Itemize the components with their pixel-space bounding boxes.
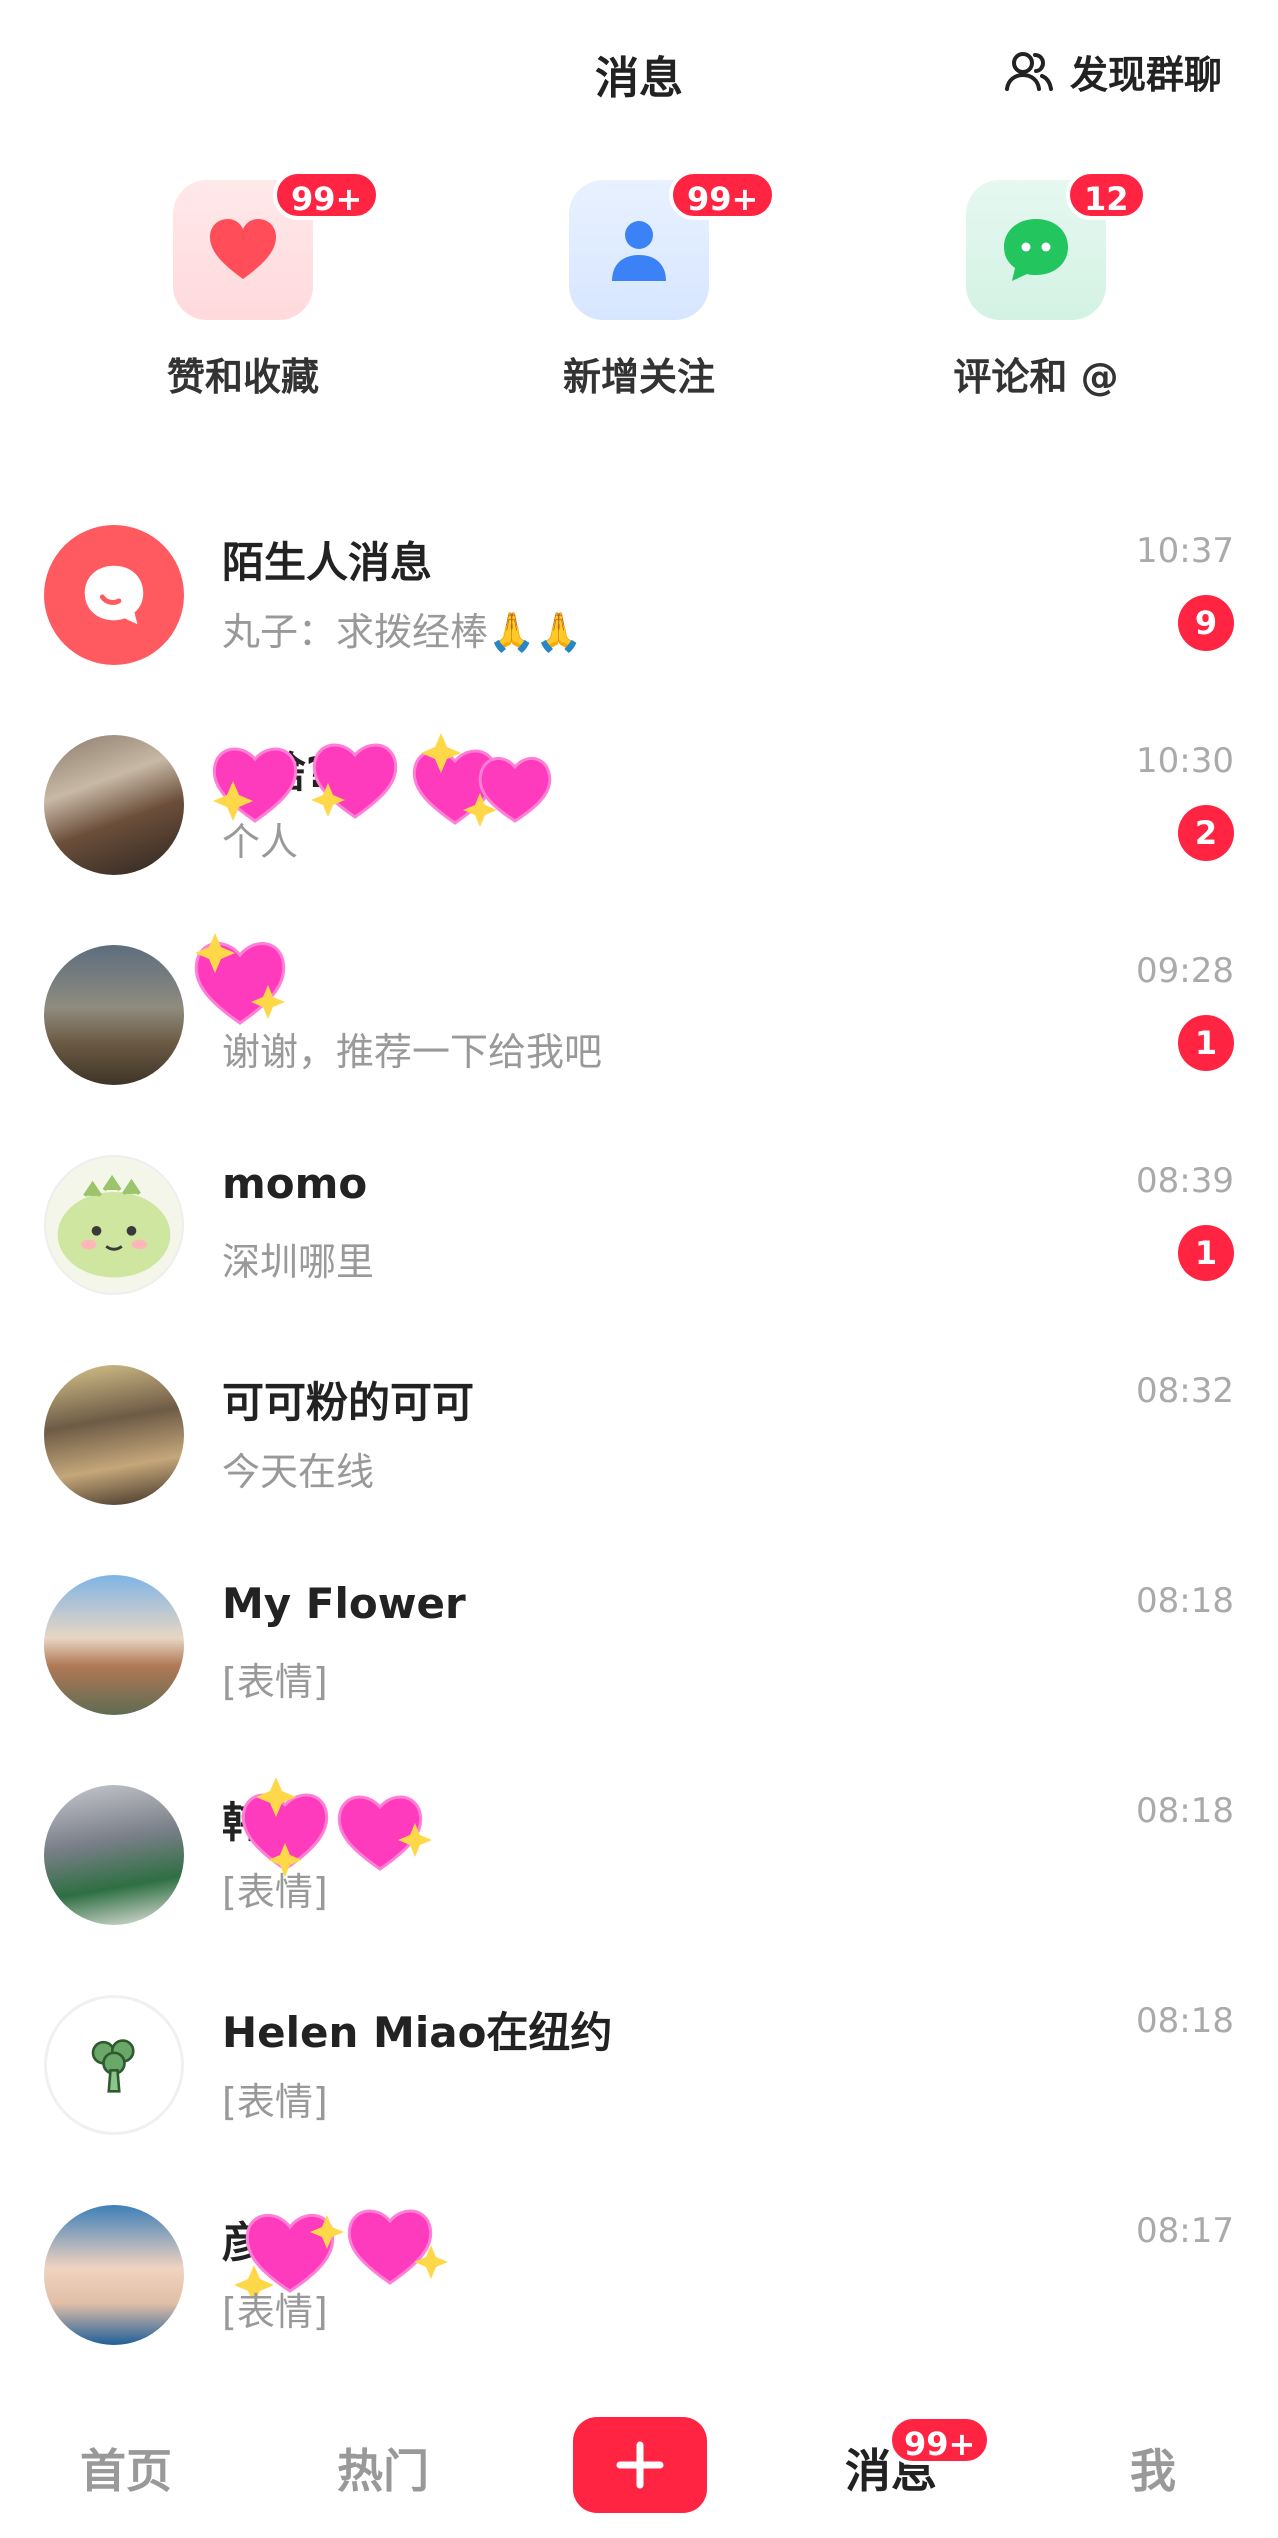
followers-label: 新增关注 <box>562 355 715 399</box>
comments-badge: 12 <box>1066 170 1147 220</box>
nav-hot[interactable]: 热门 <box>337 2435 429 2501</box>
conversation-row[interactable]: x 啥? 个人 10:30 2 <box>0 715 1278 925</box>
likes-badge: 99+ <box>273 170 381 220</box>
category-comments-and-mentions[interactable]: 12 评论和 @ <box>906 170 1166 401</box>
conversation-row[interactable]: Helen Miao在纽约 [表情] 08:18 <box>0 1975 1278 2185</box>
comments-icon-tile: 12 <box>966 170 1147 320</box>
conversation-name: 可可粉的可可 <box>222 1378 475 1427</box>
conversation-time: 08:18 <box>1136 1581 1234 1621</box>
unread-badge: 1 <box>1178 1015 1234 1071</box>
plus-icon <box>616 2441 664 2489</box>
avatar <box>44 1365 184 1505</box>
comments-label: 评论和 @ <box>953 355 1119 399</box>
conversation-time: 09:28 <box>1136 951 1234 991</box>
avatar <box>44 1575 184 1715</box>
followers-icon-tile: 99+ <box>569 170 777 320</box>
conversation-time: 08:18 <box>1136 1791 1234 1831</box>
conversation-name: Helen Miao在纽约 <box>222 2008 613 2057</box>
conversation-preview: [表情] <box>222 1870 328 1914</box>
conversation-time: 08:32 <box>1136 1371 1234 1411</box>
conversation-row[interactable]: My Flower [表情] 08:18 <box>0 1555 1278 1765</box>
unread-badge: 1 <box>1178 1225 1234 1281</box>
conversation-preview: 今天在线 <box>222 1450 375 1494</box>
likes-label: 赞和收藏 <box>166 355 319 399</box>
chat-bubble-icon <box>1004 219 1068 281</box>
avatar <box>44 945 184 1085</box>
conversation-preview: [表情] <box>222 2290 328 2334</box>
conversation-row[interactable]: 陌生人消息 丸子：求拨经棒🙏🙏 10:37 9 <box>0 505 1278 715</box>
create-post-button[interactable] <box>573 2417 707 2513</box>
messages-nav-badge: 99+ <box>888 2415 992 2465</box>
stranger-messages-avatar <box>44 525 184 665</box>
conversation-preview: [表情] <box>222 2080 328 2124</box>
conversation-time: 08:17 <box>1136 2211 1234 2251</box>
users-icon <box>1004 51 1053 91</box>
cartoon-dino-icon <box>57 1174 171 1278</box>
category-likes-and-saves[interactable]: 99+ 赞和收藏 <box>113 170 381 401</box>
notification-categories: 99+ 赞和收藏 99+ 新增关注 12 评论和 @ <box>0 170 1278 420</box>
conversation-row[interactable]: 谢谢，推荐一下给我吧 09:28 1 <box>0 925 1278 1135</box>
conversation-preview: 丸子：求拨经棒🙏🙏 <box>222 610 583 654</box>
broccoli-icon <box>91 2039 135 2093</box>
nav-me[interactable]: 我 <box>1130 2435 1176 2501</box>
conversation-time: 10:37 <box>1136 531 1234 571</box>
conversation-name: 陌生人消息 <box>222 538 433 587</box>
avatar <box>44 1995 184 2135</box>
conversation-preview: 谢谢，推荐一下给我吧 <box>222 1030 603 1074</box>
unread-badge: 9 <box>1178 595 1234 651</box>
conversation-row[interactable]: 韩 [表情] 08:18 <box>0 1765 1278 1975</box>
heart-sticker-icon <box>194 933 286 1025</box>
followers-badge: 99+ <box>669 170 777 220</box>
conversation-preview: 个人 <box>222 820 299 864</box>
avatar <box>44 2205 184 2345</box>
conversation-time: 10:30 <box>1136 741 1234 781</box>
chat-bubble-icon <box>84 565 144 625</box>
discover-group-chat-button[interactable]: 发现群聊 <box>1002 44 1222 99</box>
bottom-nav: 首页 热门 消息 99+ 我 <box>0 2395 1278 2538</box>
conversation-preview: 深圳哪里 <box>222 1240 375 1284</box>
conversation-row[interactable]: 彦 [表情] 08:17 <box>0 2185 1278 2395</box>
conversation-name: My Flower <box>222 1579 466 1628</box>
header: 消息 发现群聊 <box>0 0 1278 150</box>
conversation-row[interactable]: momo 深圳哪里 08:39 1 <box>0 1135 1278 1345</box>
conversation-preview: [表情] <box>222 1660 328 1704</box>
conversation-time: 08:39 <box>1136 1161 1234 1201</box>
nav-home[interactable]: 首页 <box>80 2435 172 2501</box>
conversation-row[interactable]: 可可粉的可可 今天在线 08:32 <box>0 1345 1278 1555</box>
avatar <box>44 1155 184 1295</box>
avatar <box>44 1785 184 1925</box>
unread-badge: 2 <box>1178 805 1234 861</box>
conversation-name: momo <box>222 1159 368 1208</box>
conversation-time: 08:18 <box>1136 2001 1234 2041</box>
likes-icon-tile: 99+ <box>173 170 381 320</box>
discover-group-chat-label: 发现群聊 <box>1069 53 1222 97</box>
message-list: 陌生人消息 丸子：求拨经棒🙏🙏 10:37 9 x 啥? 个人 10:30 2 <box>0 505 1278 2395</box>
category-new-followers[interactable]: 99+ 新增关注 <box>509 170 777 401</box>
heart-icon <box>210 219 276 279</box>
avatar <box>44 735 184 875</box>
person-icon <box>612 221 666 281</box>
